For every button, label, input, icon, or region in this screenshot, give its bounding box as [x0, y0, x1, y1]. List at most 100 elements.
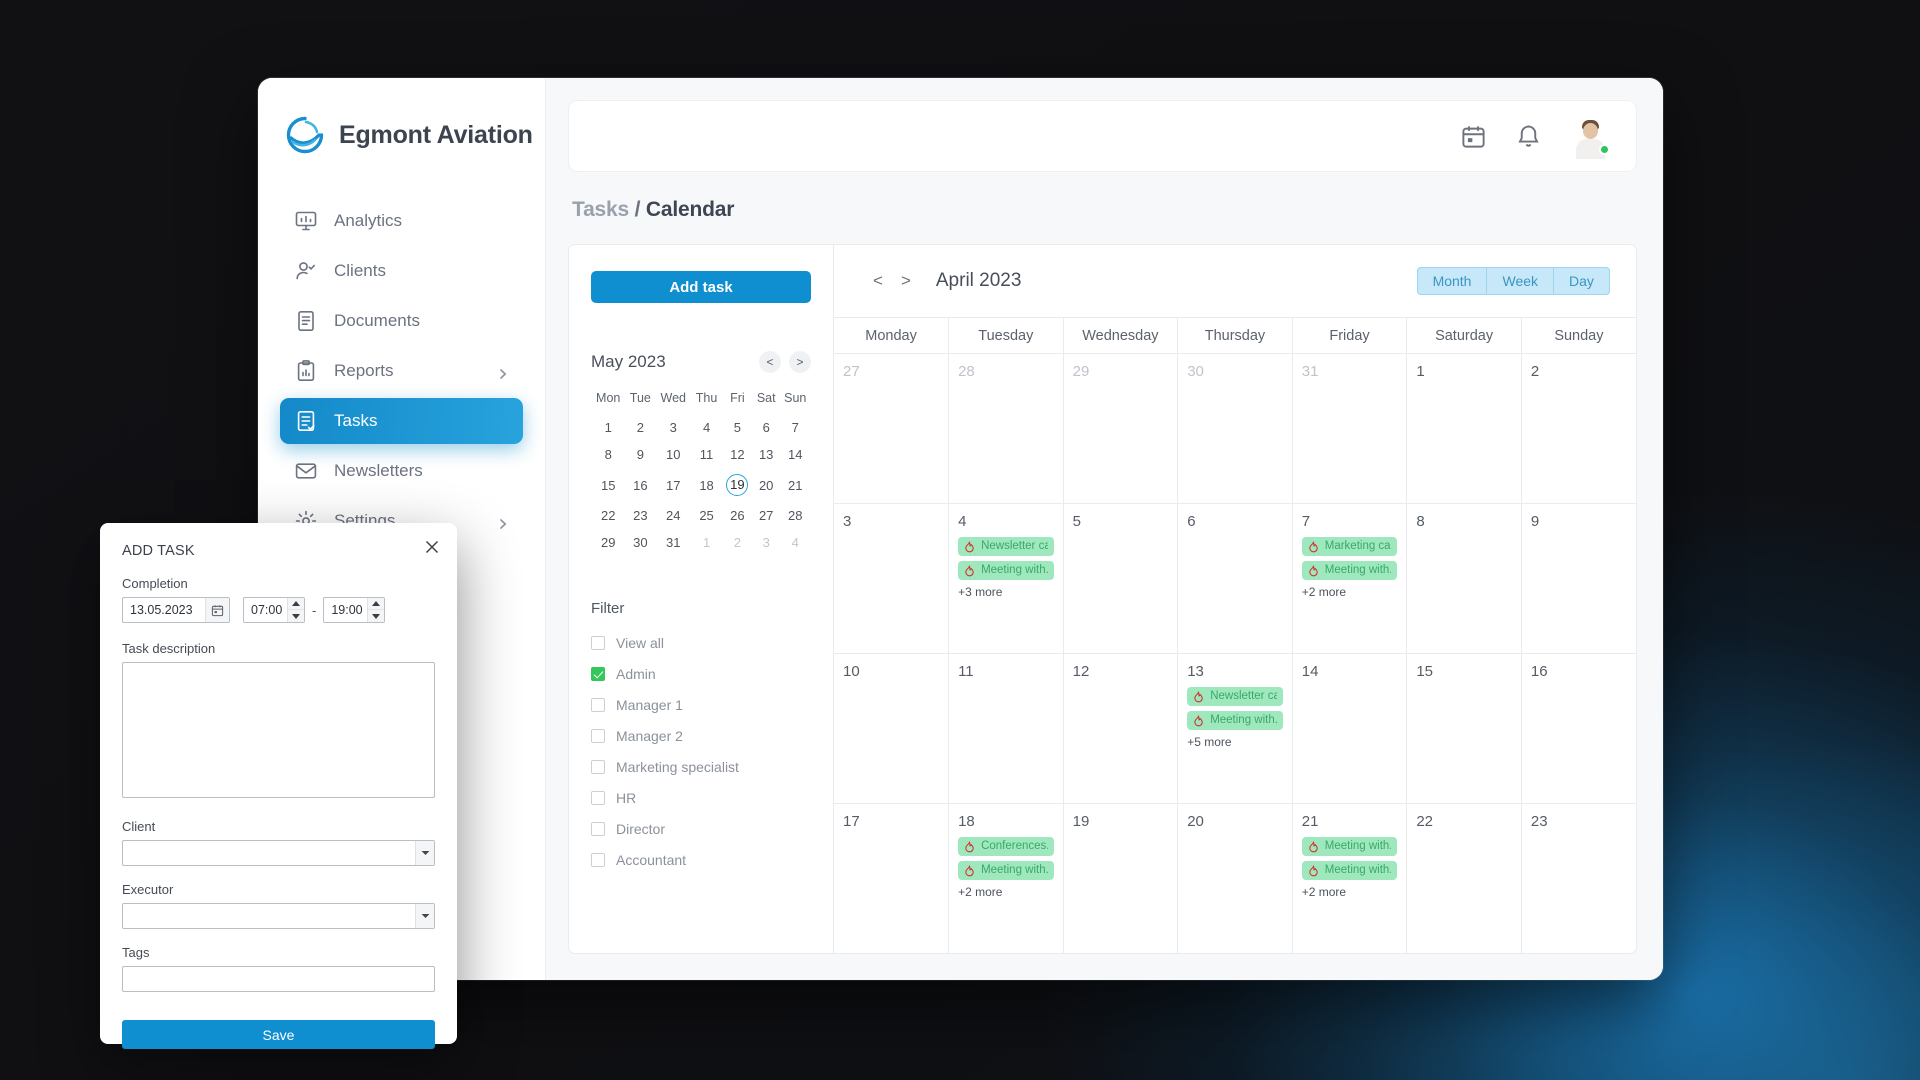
- avatar[interactable]: [1570, 116, 1610, 159]
- calendar-day-cell[interactable]: 6: [1177, 502, 1293, 654]
- close-icon[interactable]: [423, 538, 441, 556]
- calendar-day-cell[interactable]: 19: [1063, 802, 1179, 953]
- calendar-more-link[interactable]: +2 more: [1302, 885, 1398, 899]
- stepper-down-icon[interactable]: [368, 610, 384, 622]
- calendar-more-link[interactable]: +2 more: [1302, 585, 1398, 599]
- mini-calendar-day[interactable]: 2: [625, 414, 655, 441]
- calendar-day-cell[interactable]: 4 Newsletter ca.. Meeting with.. +3 more: [948, 502, 1064, 654]
- mini-calendar-day[interactable]: 26: [722, 502, 753, 529]
- mini-calendar-day[interactable]: 17: [655, 468, 691, 502]
- calendar-day-cell[interactable]: 15: [1406, 652, 1522, 804]
- checkbox-icon[interactable]: [591, 853, 605, 867]
- calendar-day-cell[interactable]: 23: [1521, 802, 1636, 953]
- calendar-day-cell[interactable]: 8: [1406, 502, 1522, 654]
- mini-calendar-prev-button[interactable]: <: [759, 351, 781, 373]
- calendar-event[interactable]: Meeting with..: [958, 860, 1054, 880]
- calendar-event[interactable]: Conferences..: [958, 836, 1054, 856]
- calendar-event[interactable]: Newsletter ca..: [1187, 686, 1283, 706]
- view-day-button[interactable]: Day: [1553, 267, 1610, 295]
- checkbox-icon[interactable]: [591, 667, 605, 681]
- filter-option-view-all[interactable]: View all: [591, 631, 811, 655]
- filter-option-director[interactable]: Director: [591, 817, 811, 841]
- calendar-event[interactable]: Meeting with..: [958, 560, 1054, 580]
- checkbox-icon[interactable]: [591, 636, 605, 650]
- sidebar-item-tasks[interactable]: Tasks: [280, 398, 523, 444]
- mini-calendar-day[interactable]: 30: [625, 529, 655, 556]
- calendar-day-cell[interactable]: 22: [1406, 802, 1522, 953]
- executor-select[interactable]: [122, 903, 435, 929]
- mini-calendar-day[interactable]: 4: [779, 529, 811, 556]
- calendar-event[interactable]: Meeting with..: [1301, 860, 1398, 880]
- calendar-day-cell[interactable]: 12: [1063, 652, 1179, 804]
- calendar-day-cell[interactable]: 3: [834, 502, 950, 654]
- save-button[interactable]: Save: [122, 1020, 435, 1049]
- calendar-day-cell[interactable]: 1: [1406, 353, 1522, 504]
- calendar-event[interactable]: Meeting with..: [1301, 836, 1398, 856]
- calendar-more-link[interactable]: +2 more: [958, 885, 1054, 899]
- client-select[interactable]: [122, 840, 435, 866]
- time-to-stepper[interactable]: [367, 598, 385, 622]
- mini-calendar-day[interactable]: 3: [655, 414, 691, 441]
- add-task-button[interactable]: Add task: [591, 271, 811, 303]
- filter-option-hr[interactable]: HR: [591, 786, 811, 810]
- mini-calendar-day[interactable]: 23: [625, 502, 655, 529]
- mini-calendar-day[interactable]: 16: [625, 468, 655, 502]
- stepper-down-icon[interactable]: [288, 610, 304, 622]
- calendar-day-cell[interactable]: 16: [1521, 652, 1636, 804]
- mini-calendar-day[interactable]: 28: [779, 502, 811, 529]
- calendar-day-cell[interactable]: 11: [948, 652, 1064, 804]
- mini-calendar-day[interactable]: 5: [722, 414, 753, 441]
- task-description-input[interactable]: [122, 662, 435, 798]
- time-from-field[interactable]: 07:00: [243, 597, 305, 623]
- mini-calendar-day[interactable]: 6: [753, 414, 780, 441]
- mini-calendar-day[interactable]: 24: [655, 502, 691, 529]
- filter-option-admin[interactable]: Admin: [591, 662, 811, 686]
- sidebar-item-reports[interactable]: Reports: [280, 348, 523, 394]
- mini-calendar-day[interactable]: 25: [691, 502, 721, 529]
- mini-calendar-day[interactable]: 29: [591, 529, 625, 556]
- calendar-event[interactable]: Meeting with..: [1187, 710, 1283, 730]
- calendar-day-cell[interactable]: 13 Newsletter ca.. Meeting with.. +5 more: [1177, 652, 1293, 804]
- calendar-day-cell[interactable]: 21 Meeting with.. Meeting with.. +2 more: [1292, 802, 1408, 953]
- checkbox-icon[interactable]: [591, 698, 605, 712]
- breadcrumb-parent[interactable]: Tasks: [572, 198, 629, 221]
- sidebar-item-newsletters[interactable]: Newsletters: [280, 448, 523, 494]
- mini-calendar-day[interactable]: 14: [779, 441, 811, 468]
- calendar-day-cell[interactable]: 30: [1177, 353, 1293, 504]
- calendar-day-cell[interactable]: 17: [834, 802, 950, 953]
- mini-calendar-day[interactable]: 7: [779, 414, 811, 441]
- mini-calendar-day[interactable]: 10: [655, 441, 691, 468]
- checkbox-icon[interactable]: [591, 822, 605, 836]
- mini-calendar-day[interactable]: 2: [722, 529, 753, 556]
- calendar-event[interactable]: Newsletter ca..: [958, 536, 1054, 556]
- calendar-day-cell[interactable]: 27: [834, 353, 950, 504]
- calendar-icon[interactable]: [1460, 123, 1487, 150]
- checkbox-icon[interactable]: [591, 791, 605, 805]
- mini-calendar-day[interactable]: 31: [655, 529, 691, 556]
- tags-input[interactable]: [122, 966, 435, 992]
- mini-calendar-day[interactable]: 8: [591, 441, 625, 468]
- checkbox-icon[interactable]: [591, 729, 605, 743]
- filter-option-accountant[interactable]: Accountant: [591, 848, 811, 872]
- calendar-more-link[interactable]: +3 more: [958, 585, 1054, 599]
- filter-option-manager-2[interactable]: Manager 2: [591, 724, 811, 748]
- calendar-day-cell[interactable]: 5: [1063, 502, 1179, 654]
- calendar-next-button[interactable]: >: [892, 271, 920, 291]
- calendar-day-cell[interactable]: 7 Marketing ca.. Meeting with.. +2 more: [1292, 502, 1408, 654]
- view-month-button[interactable]: Month: [1416, 267, 1487, 295]
- calendar-day-cell[interactable]: 18 Conferences.. Meeting with.. +2 more: [948, 802, 1064, 953]
- chevron-down-icon[interactable]: [415, 841, 434, 865]
- calendar-icon[interactable]: [205, 598, 229, 622]
- mini-calendar-day[interactable]: 1: [591, 414, 625, 441]
- mini-calendar-day[interactable]: 21: [779, 468, 811, 502]
- checkbox-icon[interactable]: [591, 760, 605, 774]
- time-to-field[interactable]: 19:00: [323, 597, 386, 623]
- calendar-day-cell[interactable]: 14: [1292, 652, 1408, 804]
- mini-calendar-day[interactable]: 20: [753, 468, 780, 502]
- mini-calendar-day[interactable]: 4: [691, 414, 721, 441]
- filter-option-manager-1[interactable]: Manager 1: [591, 693, 811, 717]
- sidebar-item-analytics[interactable]: Analytics: [280, 198, 523, 244]
- stepper-up-icon[interactable]: [288, 598, 304, 610]
- mini-calendar-day[interactable]: 18: [691, 468, 721, 502]
- completion-date-field[interactable]: 13.05.2023: [122, 597, 230, 623]
